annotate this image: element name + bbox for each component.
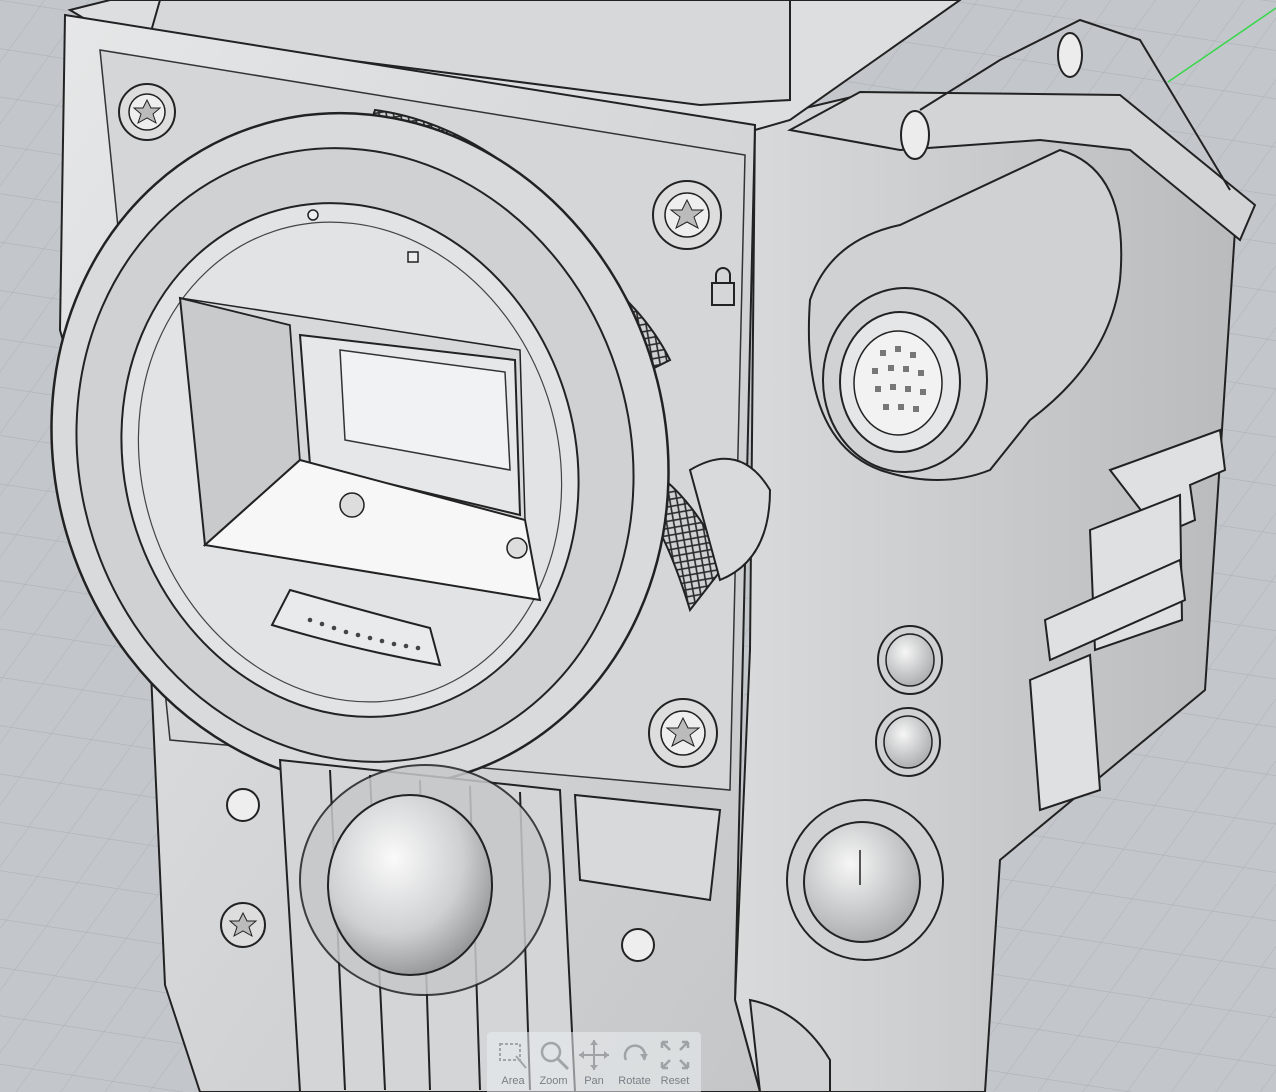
side-button-lower[interactable]: [875, 707, 941, 777]
record-button[interactable]: [786, 799, 944, 961]
screw: [506, 537, 528, 559]
reset-view-icon: [660, 1040, 690, 1070]
navigation-toolbar: Area Zoom Pan Rotate Reset: [487, 1032, 701, 1092]
screw: [220, 902, 266, 948]
screw: [118, 83, 176, 141]
pan-icon: [579, 1040, 609, 1070]
zoom-label: Zoom: [539, 1075, 568, 1087]
mount-index-mark: [407, 251, 419, 263]
area-zoom-label: Area: [501, 1075, 525, 1087]
rotate-icon: [623, 1044, 648, 1061]
mount-hole: [226, 788, 260, 822]
cad-model-scene[interactable]: [0, 0, 1276, 1092]
side-rail-hole: [1057, 32, 1083, 78]
multipin-connector[interactable]: [822, 287, 988, 473]
rotate-label: Rotate: [618, 1075, 651, 1087]
zoom-icon: [540, 1041, 569, 1071]
zoom-button[interactable]: Zoom: [534, 1032, 574, 1092]
reset-view-button[interactable]: Reset: [655, 1032, 695, 1092]
screw: [652, 180, 722, 250]
pan-button[interactable]: Pan: [574, 1032, 614, 1092]
mount-index-dot: [307, 209, 319, 221]
side-rail-hole: [900, 110, 930, 160]
pan-label: Pan: [584, 1075, 604, 1087]
rotate-button[interactable]: Rotate: [615, 1032, 655, 1092]
area-zoom-icon: [499, 1043, 527, 1069]
reset-view-label: Reset: [660, 1075, 690, 1087]
mount-hole: [621, 928, 655, 962]
screw: [648, 698, 718, 768]
side-button-upper[interactable]: [877, 625, 943, 695]
screw: [339, 492, 365, 518]
3d-viewport[interactable]: Area Zoom Pan Rotate Reset: [0, 0, 1276, 1092]
area-zoom-button[interactable]: Area: [493, 1032, 533, 1092]
fan-hub: [327, 794, 493, 976]
